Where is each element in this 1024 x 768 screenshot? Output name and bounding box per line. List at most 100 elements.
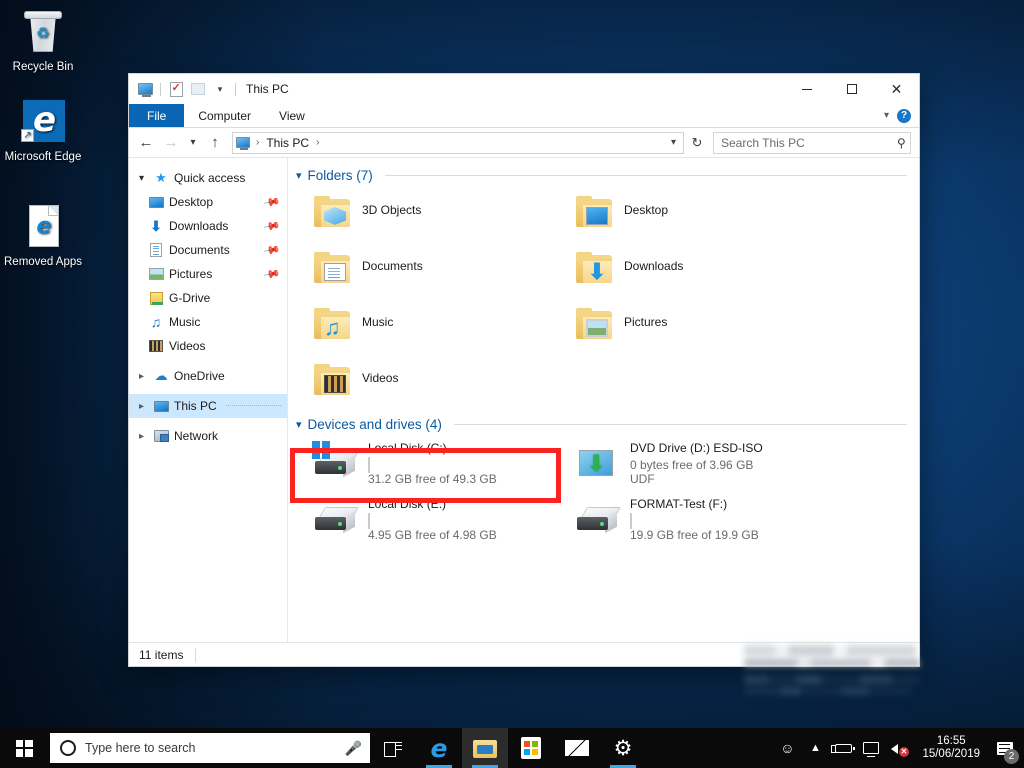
drive-item-format-test-f[interactable]: FORMAT-Test (F:) 19.9 GB free of 19.9 GB	[558, 492, 907, 548]
sidebar-item-label: Documents	[169, 243, 230, 257]
taskbar-search-box[interactable]: Type here to search 🎤	[50, 733, 370, 763]
customize-quick-access-caret-icon[interactable]: ▾	[209, 78, 231, 100]
folder-item-desktop[interactable]: Desktop	[558, 187, 907, 243]
properties-icon[interactable]	[165, 78, 187, 100]
drive-free-space: 31.2 GB free of 49.3 GB	[368, 472, 558, 486]
chevron-down-icon[interactable]: ▾	[135, 173, 148, 184]
task-view-icon	[384, 741, 402, 756]
sidebar-item-label: Downloads	[169, 219, 228, 233]
notification-center-button[interactable]: 2	[990, 728, 1020, 768]
drive-item-dvd-drive-d[interactable]: ⬇ DVD Drive (D:) ESD-ISO 0 bytes free of…	[558, 436, 907, 492]
start-button[interactable]	[0, 728, 48, 768]
chevron-down-icon[interactable]: ▾	[296, 169, 302, 182]
sidebar-item-label: Network	[174, 429, 218, 443]
desktop-icon-label: Microsoft Edge	[4, 150, 82, 164]
sidebar-item-this-pc[interactable]: ▸ This PC	[129, 394, 287, 418]
help-icon[interactable]: ?	[897, 109, 911, 123]
drive-item-local-disk-c[interactable]: Local Disk (C:) 31.2 GB free of 49.3 GB	[296, 436, 558, 492]
pin-icon: 📌	[263, 193, 282, 212]
chevron-right-icon[interactable]: ▸	[135, 431, 148, 442]
taskbar-search-input[interactable]: Type here to search	[85, 741, 195, 755]
sidebar-item-videos[interactable]: Videos	[129, 334, 287, 358]
up-button[interactable]: ↑	[204, 132, 226, 154]
network-icon[interactable]	[858, 728, 884, 768]
tab-computer[interactable]: Computer	[184, 104, 265, 127]
pictures-icon	[148, 266, 164, 282]
breadcrumb-separator-icon[interactable]: ›	[313, 137, 322, 148]
sidebar-item-label: This PC	[174, 399, 217, 413]
recent-locations-chevron-icon[interactable]: ▾	[185, 132, 201, 154]
clock-date: 15/06/2019	[922, 748, 980, 761]
desktop-icon-microsoft-edge[interactable]: e ↗ Microsoft Edge	[4, 98, 82, 164]
folder-videos-icon	[310, 359, 354, 403]
ribbon-tab-bar: File Computer View ▾ ?	[129, 104, 919, 128]
address-bar[interactable]: › This PC › ▾	[232, 132, 684, 154]
taskbar-button-file-explorer[interactable]	[462, 728, 508, 768]
breadcrumb-separator-icon: ›	[253, 137, 262, 148]
content-pane: ▾ Folders (7) 3D Objects	[288, 158, 919, 642]
people-icon[interactable]: ☺	[774, 728, 800, 768]
cloud-icon: ☁	[153, 368, 169, 384]
expand-ribbon-chevron-icon[interactable]: ▾	[884, 110, 889, 121]
address-dropdown-icon[interactable]: ▾	[666, 137, 681, 148]
sidebar-item-music[interactable]: ♫ Music	[129, 310, 287, 334]
forward-button[interactable]: →	[160, 132, 182, 154]
maximize-button[interactable]	[829, 74, 874, 104]
volume-muted-icon[interactable]: ✕	[886, 728, 912, 768]
sidebar-item-desktop[interactable]: Desktop 📌	[129, 190, 287, 214]
breadcrumb-this-pc[interactable]: This PC	[265, 136, 310, 150]
chevron-right-icon[interactable]: ▸	[135, 401, 148, 412]
taskbar-button-mail[interactable]	[554, 728, 600, 768]
drive-item-local-disk-e[interactable]: Local Disk (E:) 4.95 GB free of 4.98 GB	[296, 492, 558, 548]
sidebar-item-onedrive[interactable]: ▸ ☁ OneDrive	[129, 364, 287, 388]
folder-item-videos[interactable]: Videos	[296, 355, 558, 411]
folders-group-header[interactable]: ▾ Folders (7)	[296, 168, 907, 183]
sidebar-item-label: Videos	[169, 339, 205, 353]
tab-file[interactable]: File	[129, 104, 184, 127]
clock[interactable]: 16:55 15/06/2019	[914, 735, 988, 761]
sidebar-item-documents[interactable]: Documents 📌	[129, 238, 287, 262]
desktop-icon-label: Recycle Bin	[4, 60, 82, 74]
drives-group-header[interactable]: ▾ Devices and drives (4)	[296, 417, 907, 432]
divider	[160, 83, 161, 96]
taskbar-button-settings[interactable]: ⚙	[600, 728, 646, 768]
microphone-icon[interactable]: 🎤	[345, 741, 362, 755]
taskbar-button-microsoft-store[interactable]	[508, 728, 554, 768]
tab-view[interactable]: View	[265, 104, 319, 127]
taskbar-button-task-view[interactable]	[370, 728, 416, 768]
mail-icon	[565, 740, 589, 756]
folder-item-music[interactable]: ♫ Music	[296, 299, 558, 355]
show-hidden-icons-chevron-icon[interactable]: ▲	[802, 728, 828, 768]
this-pc-icon[interactable]	[134, 78, 156, 100]
taskbar-button-microsoft-edge[interactable]: e	[416, 728, 462, 768]
minimize-icon	[802, 89, 812, 90]
folder-item-3d-objects[interactable]: 3D Objects	[296, 187, 558, 243]
chevron-right-icon[interactable]: ▸	[135, 371, 148, 382]
minimize-button[interactable]	[784, 74, 829, 104]
sidebar-item-network[interactable]: ▸ Network	[129, 424, 287, 448]
search-box[interactable]: Search This PC ⚲	[713, 132, 911, 154]
sidebar-item-pictures[interactable]: Pictures 📌	[129, 262, 287, 286]
close-button[interactable]: ✕	[874, 74, 919, 104]
chevron-down-icon[interactable]: ▾	[296, 418, 302, 431]
battery-icon[interactable]	[830, 728, 856, 768]
maximize-icon	[847, 84, 857, 94]
sidebar-item-downloads[interactable]: ⬇ Downloads 📌	[129, 214, 287, 238]
desktop-icon-removed-apps[interactable]: e Removed Apps	[4, 203, 82, 269]
refresh-button[interactable]: ↻	[687, 135, 707, 151]
folder-item-pictures[interactable]: Pictures	[558, 299, 907, 355]
sidebar-item-quick-access[interactable]: ▾ ★ Quick access	[129, 166, 287, 190]
folder-label: Pictures	[624, 303, 667, 329]
folder-item-documents[interactable]: Documents	[296, 243, 558, 299]
drive-name: FORMAT-Test (F:)	[630, 497, 907, 511]
window-title: This PC	[246, 82, 289, 96]
desktop-icon-recycle-bin[interactable]: ♻ Recycle Bin	[4, 8, 82, 74]
folder-item-downloads[interactable]: ⬇ Downloads	[558, 243, 907, 299]
new-folder-icon[interactable]	[187, 78, 209, 100]
back-button[interactable]: ←	[135, 132, 157, 154]
sidebar-item-g-drive[interactable]: G-Drive	[129, 286, 287, 310]
drive-name: Local Disk (E:)	[368, 497, 558, 511]
search-input[interactable]: Search This PC	[721, 136, 805, 150]
sidebar-item-label: Pictures	[169, 267, 212, 281]
drive-name: Local Disk (C:)	[368, 441, 558, 455]
